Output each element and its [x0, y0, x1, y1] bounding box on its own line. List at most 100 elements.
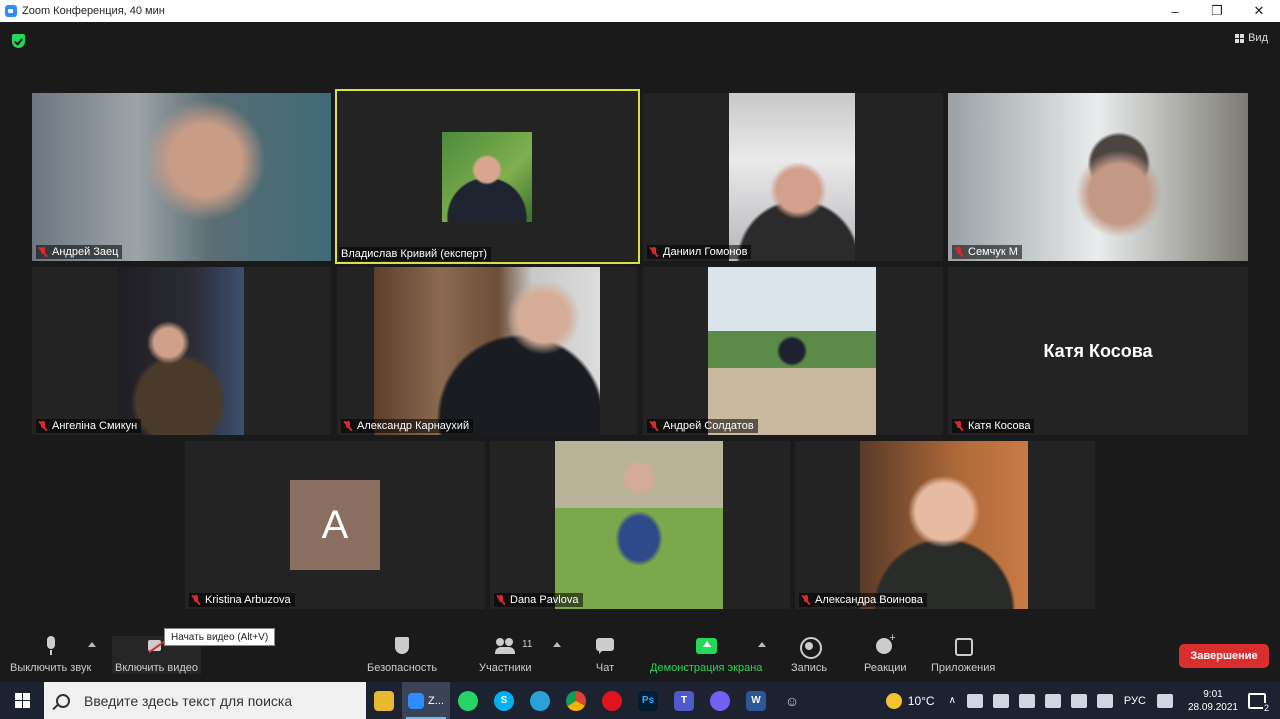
participant-name-label: Семчук М — [952, 245, 1022, 259]
weather-temperature[interactable]: 10°C — [908, 694, 935, 708]
start-button[interactable] — [0, 682, 44, 719]
participant-name-label: Александр Карнаухий — [341, 419, 474, 433]
share-options-caret[interactable] — [758, 642, 766, 647]
participant-video — [118, 267, 244, 435]
taskbar-search-placeholder: Введите здесь текст для поиска — [84, 692, 293, 709]
taskbar-clock[interactable]: 9:01 28.09.2021 — [1188, 688, 1238, 714]
skype-icon: S — [494, 690, 514, 711]
encryption-shield-icon[interactable] — [12, 34, 25, 48]
video-tile-active-speaker[interactable]: Владислав Кривий (експерт) — [335, 89, 640, 264]
participant-name-label: Александра Воинова — [799, 593, 927, 607]
tray-network-icon[interactable] — [1070, 693, 1087, 708]
photoshop-icon: Ps — [638, 690, 658, 711]
participant-name-label: Даниил Гомонов — [647, 245, 752, 259]
participant-name-label: Dana Pavlova — [494, 593, 583, 607]
taskbar-zoom-label: Z... — [428, 694, 444, 707]
participants-options-caret[interactable] — [553, 642, 561, 647]
participant-video — [32, 93, 331, 261]
telegram-icon — [530, 690, 550, 711]
share-screen-icon — [696, 636, 718, 656]
taskbar-skype[interactable]: S — [486, 682, 522, 719]
view-button[interactable]: Вид — [1235, 32, 1268, 44]
video-tile[interactable]: Александра Воинова — [795, 441, 1095, 609]
view-label: Вид — [1248, 32, 1268, 44]
mic-muted-icon — [496, 595, 506, 605]
security-button[interactable]: Безопасность — [367, 636, 437, 674]
audio-options-caret[interactable] — [88, 642, 96, 647]
taskbar-telegram[interactable] — [522, 682, 558, 719]
participant-name-label: Владислав Кривий (експерт) — [339, 247, 492, 261]
participant-avatar: A — [290, 480, 380, 570]
tray-display-icon[interactable] — [1156, 693, 1173, 708]
end-meeting-button[interactable]: Завершение — [1179, 644, 1269, 668]
mic-muted-icon — [801, 595, 811, 605]
tray-keyboard-icon[interactable] — [1096, 693, 1113, 708]
people-icon: ☺ — [784, 692, 800, 709]
video-tile[interactable]: Александр Карнаухий — [337, 267, 637, 435]
taskbar-opera[interactable] — [594, 682, 630, 719]
taskbar-people[interactable]: ☺ — [774, 682, 810, 719]
record-icon — [799, 636, 823, 659]
mute-button[interactable]: Выключить звук — [10, 636, 91, 674]
mic-muted-icon — [38, 421, 48, 431]
mic-muted-icon — [954, 247, 964, 257]
security-shield-icon — [392, 636, 412, 656]
profile-picture — [442, 132, 532, 222]
weather-icon — [885, 692, 902, 709]
tray-app-icon[interactable] — [1018, 693, 1035, 708]
window-title: Zoom Конференция, 40 мин — [22, 5, 165, 17]
zoom-app-icon — [5, 5, 17, 17]
tray-volume-icon[interactable] — [992, 693, 1009, 708]
window-titlebar: Zoom Конференция, 40 мин – ❐ ✕ — [0, 0, 1280, 22]
search-icon — [56, 693, 70, 708]
participant-video — [374, 267, 600, 435]
taskbar-chrome[interactable] — [558, 682, 594, 719]
zoom-icon — [408, 692, 425, 709]
mic-muted-icon — [38, 247, 48, 257]
taskbar-word[interactable]: W — [738, 682, 774, 719]
participant-name-label: Андрей Солдатов — [647, 419, 758, 433]
chrome-icon — [566, 690, 586, 711]
taskbar-whatsapp[interactable] — [450, 682, 486, 719]
word-icon: W — [746, 690, 766, 711]
taskbar-file-explorer[interactable] — [366, 682, 402, 719]
participants-icon — [495, 636, 516, 656]
grid-icon — [1235, 33, 1245, 43]
microphone-icon — [41, 636, 61, 656]
meeting-gallery: Вид Андрей Заец Владислав Кривий (експер… — [0, 22, 1280, 682]
taskbar-search-box[interactable]: Введите здесь текст для поиска — [44, 682, 366, 719]
notifications-icon[interactable]: 2 — [1248, 692, 1270, 713]
close-button[interactable]: ✕ — [1238, 0, 1280, 22]
tray-audio-icon[interactable] — [966, 693, 983, 708]
viber-icon — [710, 690, 730, 711]
window-controls: – ❐ ✕ — [1154, 0, 1280, 22]
taskbar-teams[interactable]: T — [666, 682, 702, 719]
video-tile[interactable]: Андрей Заец — [32, 93, 331, 261]
video-tile[interactable]: Андрей Солдатов — [643, 267, 943, 435]
video-tile[interactable]: A Kristina Arbuzova — [185, 441, 485, 609]
apps-button[interactable]: Приложения — [931, 636, 995, 674]
share-screen-button[interactable]: Демонстрация экрана — [650, 636, 762, 674]
reactions-button[interactable]: Реакции — [864, 632, 907, 674]
tray-bluetooth-icon[interactable] — [1044, 693, 1061, 708]
video-tile[interactable]: Семчук М — [948, 93, 1248, 261]
mic-muted-icon — [649, 247, 659, 257]
clock-time: 9:01 — [1203, 688, 1223, 700]
notifications-count: 2 — [1262, 702, 1270, 713]
chat-button[interactable]: Чат — [595, 636, 615, 674]
record-button[interactable]: Запись — [791, 636, 827, 674]
video-tile[interactable]: Ангеліна Смикун — [32, 267, 331, 435]
teams-icon: T — [674, 690, 694, 711]
video-tile[interactable]: Катя Косова Катя Косова — [948, 267, 1248, 435]
taskbar-photoshop[interactable]: Ps — [630, 682, 666, 719]
mic-muted-icon — [649, 421, 659, 431]
maximize-button[interactable]: ❐ — [1196, 0, 1238, 22]
taskbar-zoom[interactable]: Z... — [402, 682, 450, 719]
input-language[interactable]: РУС — [1124, 695, 1146, 707]
minimize-button[interactable]: – — [1154, 0, 1196, 22]
video-tile[interactable]: Dana Pavlova — [490, 441, 790, 609]
taskbar-viber[interactable] — [702, 682, 738, 719]
participant-video — [860, 441, 1028, 609]
tray-overflow-chevron-icon[interactable]: ∧ — [949, 695, 956, 706]
video-tile[interactable]: Даниил Гомонов — [643, 93, 943, 261]
